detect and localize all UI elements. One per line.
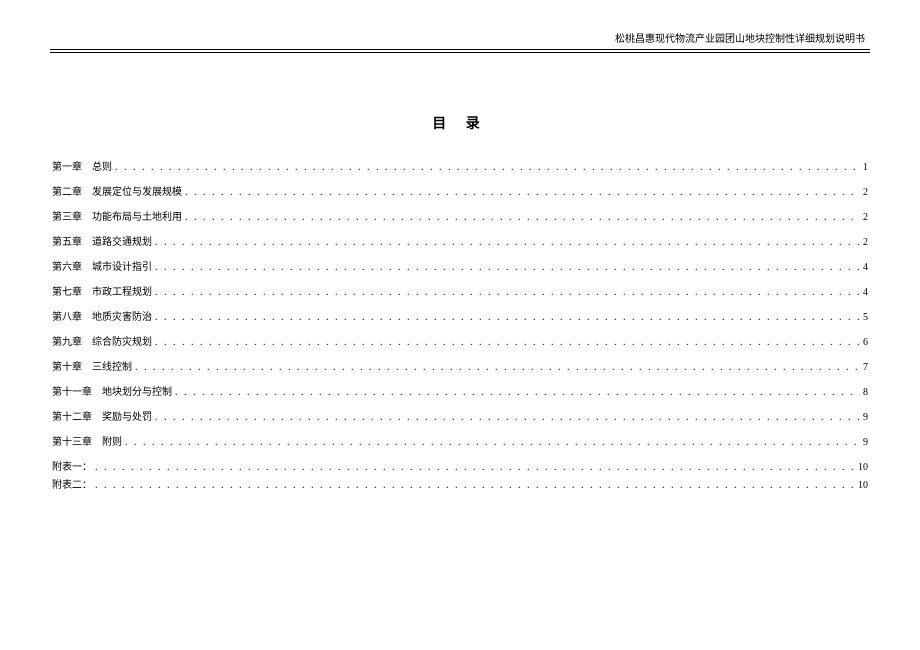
toc-chapter: 第十二章 xyxy=(52,408,92,423)
toc-name: 市政工程规划 xyxy=(92,283,152,298)
toc-leader-dots: . . . . . . . . . . . . . . . . . . . . … xyxy=(135,362,860,373)
toc-entry: 第七章 市政工程规划 . . . . . . . . . . . . . . .… xyxy=(52,283,868,298)
toc-page: 7 xyxy=(863,362,868,373)
toc-chapter: 第三章 xyxy=(52,208,82,223)
toc-name: 城市设计指引 xyxy=(92,258,152,273)
toc-leader-dots: . . . . . . . . . . . . . . . . . . . . … xyxy=(95,462,855,473)
toc-leader-dots: . . . . . . . . . . . . . . . . . . . . … xyxy=(115,162,860,173)
toc-appendix-entry: 附表一： . . . . . . . . . . . . . . . . . .… xyxy=(52,458,868,473)
toc-appendix-entry: 附表二： . . . . . . . . . . . . . . . . . .… xyxy=(52,476,868,491)
toc-chapter: 第六章 xyxy=(52,258,82,273)
toc-entry: 第一章 总则 . . . . . . . . . . . . . . . . .… xyxy=(52,158,868,173)
toc-name: 奖励与处罚 xyxy=(102,408,152,423)
toc-leader-dots: . . . . . . . . . . . . . . . . . . . . … xyxy=(155,312,860,323)
header-rule-thick xyxy=(50,49,870,50)
toc-page: 1 xyxy=(863,162,868,173)
toc-page: 4 xyxy=(863,262,868,273)
header-rule-thin xyxy=(50,52,870,53)
toc-chapter: 第十三章 xyxy=(52,433,92,448)
toc-chapter: 第五章 xyxy=(52,233,82,248)
toc-leader-dots: . . . . . . . . . . . . . . . . . . . . … xyxy=(125,437,860,448)
toc-name: 附则 xyxy=(102,433,122,448)
toc-chapter: 第七章 xyxy=(52,283,82,298)
toc-leader-dots: . . . . . . . . . . . . . . . . . . . . … xyxy=(175,387,860,398)
toc-page: 4 xyxy=(863,287,868,298)
toc-page: 9 xyxy=(863,412,868,423)
toc-page: 2 xyxy=(863,187,868,198)
toc-chapter: 第九章 xyxy=(52,333,82,348)
toc-leader-dots: . . . . . . . . . . . . . . . . . . . . … xyxy=(155,237,860,248)
toc-heading: 目 录 xyxy=(50,113,870,133)
toc-name: 发展定位与发展规模 xyxy=(92,183,182,198)
toc-chapter: 第一章 xyxy=(52,158,82,173)
toc-leader-dots: . . . . . . . . . . . . . . . . . . . . … xyxy=(155,287,860,298)
toc-leader-dots: . . . . . . . . . . . . . . . . . . . . … xyxy=(185,187,860,198)
toc-page: 5 xyxy=(863,312,868,323)
toc-leader-dots: . . . . . . . . . . . . . . . . . . . . … xyxy=(155,412,860,423)
toc-entry: 第三章 功能布局与土地利用 . . . . . . . . . . . . . … xyxy=(52,208,868,223)
toc-page: 9 xyxy=(863,437,868,448)
toc-name: 地质灾害防治 xyxy=(92,308,152,323)
toc-name: 功能布局与土地利用 xyxy=(92,208,182,223)
toc-name: 地块划分与控制 xyxy=(102,383,172,398)
toc-page: 6 xyxy=(863,337,868,348)
toc-name: 三线控制 xyxy=(92,358,132,373)
toc-leader-dots: . . . . . . . . . . . . . . . . . . . . … xyxy=(185,212,860,223)
toc-leader-dots: . . . . . . . . . . . . . . . . . . . . … xyxy=(155,337,860,348)
toc-appendix-name: 附表一： xyxy=(52,458,92,473)
toc-entry: 第二章 发展定位与发展规模 . . . . . . . . . . . . . … xyxy=(52,183,868,198)
toc-page: 2 xyxy=(863,212,868,223)
toc-entry: 第六章 城市设计指引 . . . . . . . . . . . . . . .… xyxy=(52,258,868,273)
toc-entry: 第九章 综合防灾规划 . . . . . . . . . . . . . . .… xyxy=(52,333,868,348)
toc-page: 8 xyxy=(863,387,868,398)
toc-entry: 第十二章 奖励与处罚 . . . . . . . . . . . . . . .… xyxy=(52,408,868,423)
toc-leader-dots: . . . . . . . . . . . . . . . . . . . . … xyxy=(95,480,855,491)
toc-appendix-name: 附表二： xyxy=(52,476,92,491)
toc-name: 道路交通规划 xyxy=(92,233,152,248)
toc-page: 10 xyxy=(858,480,868,491)
toc-entry: 第八章 地质灾害防治 . . . . . . . . . . . . . . .… xyxy=(52,308,868,323)
toc-list: 第一章 总则 . . . . . . . . . . . . . . . . .… xyxy=(50,158,870,491)
document-page: 松桃昌惠现代物流产业园团山地块控制性详细规划说明书 目 录 第一章 总则 . .… xyxy=(0,0,920,650)
toc-entry: 第五章 道路交通规划 . . . . . . . . . . . . . . .… xyxy=(52,233,868,248)
toc-page: 2 xyxy=(863,237,868,248)
toc-name: 总则 xyxy=(92,158,112,173)
toc-chapter: 第十章 xyxy=(52,358,82,373)
toc-page: 10 xyxy=(858,462,868,473)
header-title: 松桃昌惠现代物流产业园团山地块控制性详细规划说明书 xyxy=(50,30,870,49)
toc-entry: 第十一章 地块划分与控制 . . . . . . . . . . . . . .… xyxy=(52,383,868,398)
toc-name: 综合防灾规划 xyxy=(92,333,152,348)
toc-chapter: 第二章 xyxy=(52,183,82,198)
toc-leader-dots: . . . . . . . . . . . . . . . . . . . . … xyxy=(155,262,860,273)
toc-chapter: 第十一章 xyxy=(52,383,92,398)
toc-chapter: 第八章 xyxy=(52,308,82,323)
toc-entry: 第十章 三线控制 . . . . . . . . . . . . . . . .… xyxy=(52,358,868,373)
toc-entry: 第十三章 附则 . . . . . . . . . . . . . . . . … xyxy=(52,433,868,448)
